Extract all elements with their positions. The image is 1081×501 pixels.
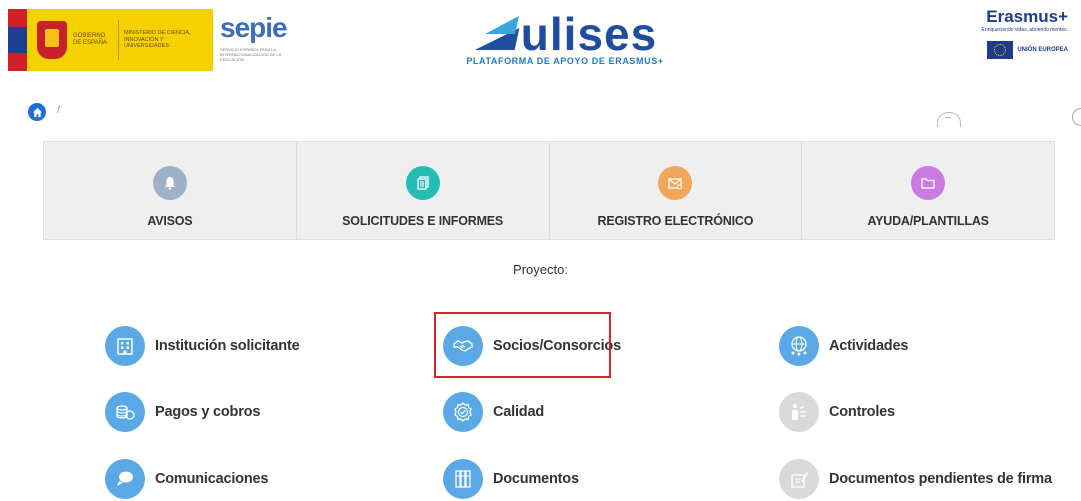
ulises-logo: ulises PLATAFORMA DE APOYO DE ERASMUS+ <box>445 10 685 76</box>
item-controles[interactable]: Controles <box>779 392 895 432</box>
tile-avisos-label: AVISOS <box>147 214 193 228</box>
coins-icon <box>105 392 145 432</box>
item-pagos-label: Pagos y cobros <box>155 404 261 420</box>
item-controles-label: Controles <box>829 404 895 420</box>
sepie-logo: sepie Servicio Español para la Internaci… <box>220 13 300 68</box>
selection-highlight <box>434 312 611 378</box>
item-institucion-label: Institución solicitante <box>155 338 300 354</box>
sign-document-icon <box>779 459 819 499</box>
binders-icon <box>443 459 483 499</box>
mail-icon <box>658 166 693 200</box>
breadcrumb-separator: / <box>57 104 61 116</box>
item-actividades-label: Actividades <box>829 338 909 354</box>
project-heading: Proyecto: <box>513 262 568 277</box>
ulises-arrow-icon <box>473 14 519 54</box>
bell-icon <box>152 166 187 200</box>
menu-edge-icon[interactable] <box>1072 108 1081 126</box>
erasmus-tagline: Enriqueciendo vidas, abriendo mentes. <box>981 27 1068 33</box>
item-documentos-firma[interactable]: Documentos pendientes de firma <box>779 459 1052 499</box>
gobierno-espana-logo: Gobierno de España Ministerio de Ciencia… <box>8 9 213 71</box>
item-calidad[interactable]: Calidad <box>443 392 544 432</box>
item-pagos[interactable]: Pagos y cobros <box>105 392 260 432</box>
erasmus-logo: Erasmus+ Enriqueciendo vidas, abriendo m… <box>938 8 1078 68</box>
spain-flag-icon <box>8 9 27 71</box>
tile-registro[interactable]: REGISTRO ELECTRÓNICO <box>550 142 803 239</box>
ministry-text: Ministerio de Ciencia, Innovación y Univ… <box>124 30 191 50</box>
ulises-subtitle: PLATAFORMA DE APOYO DE ERASMUS+ <box>466 56 664 66</box>
sepie-subtitle: Servicio Español para la Internacionaliz… <box>220 47 282 62</box>
erasmus-wordmark: Erasmus+ <box>986 7 1068 26</box>
item-actividades[interactable]: Actividades <box>779 326 908 366</box>
tile-registro-label: REGISTRO ELECTRÓNICO <box>597 214 754 228</box>
item-documentos[interactable]: Documentos <box>443 459 579 499</box>
eu-text: UNIÓN EUROPEA <box>1017 47 1068 53</box>
main-tiles: AVISOS SOLICITUDES E INFORMES REGISTRO E… <box>43 141 1055 240</box>
eu-flag-icon <box>987 41 1014 59</box>
item-documentos-firma-label: Documentos pendientes de firma <box>829 471 1052 487</box>
tile-ayuda-label: AYUDA/PLANTILLAS <box>867 214 989 228</box>
logo-divider <box>118 20 119 60</box>
quality-badge-icon <box>443 392 483 432</box>
tile-ayuda[interactable]: AYUDA/PLANTILLAS <box>802 142 1054 239</box>
building-icon <box>105 326 145 366</box>
ulises-wordmark: ulises <box>520 8 658 60</box>
item-institucion[interactable]: Institución solicitante <box>105 326 300 366</box>
tile-solicitudes-label: SOLICITUDES E INFORMES <box>342 214 504 228</box>
folder-icon <box>911 166 946 200</box>
coat-of-arms-icon <box>37 21 67 59</box>
home-icon[interactable] <box>28 103 46 121</box>
chat-bubbles-icon <box>105 459 145 499</box>
item-comunicaciones[interactable]: Comunicaciones <box>105 459 268 499</box>
item-documentos-label: Documentos <box>493 471 579 487</box>
gov-logo-text: Gobierno de España <box>73 33 107 46</box>
documents-icon <box>405 166 440 200</box>
globe-people-icon <box>779 326 819 366</box>
sepie-wordmark: sepie <box>220 12 288 43</box>
tile-solicitudes[interactable]: SOLICITUDES E INFORMES <box>297 142 550 239</box>
item-calidad-label: Calidad <box>493 404 544 420</box>
item-comunicaciones-label: Comunicaciones <box>155 471 269 487</box>
checklist-person-icon <box>779 392 819 432</box>
user-icon[interactable] <box>937 112 961 127</box>
tile-avisos[interactable]: AVISOS <box>44 142 297 239</box>
